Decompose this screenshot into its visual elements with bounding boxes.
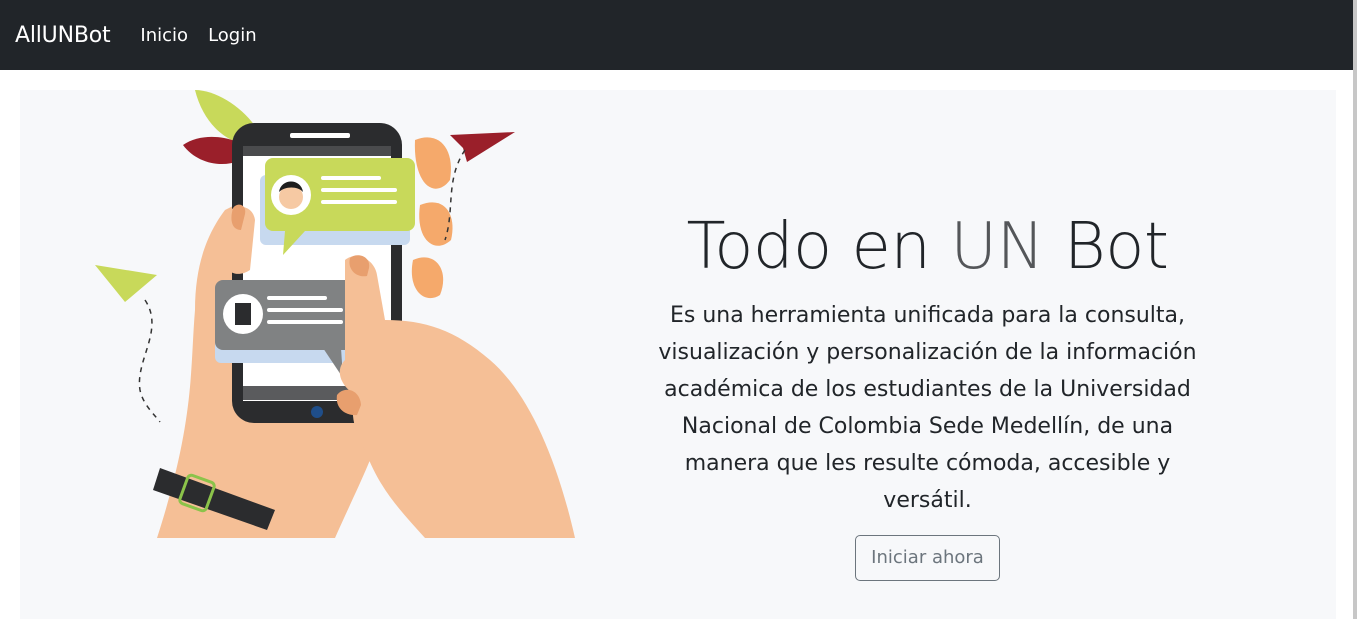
nav-link-login[interactable]: Login	[208, 25, 257, 46]
hero-text: Todo en UN Bot Es una herramienta unific…	[640, 215, 1215, 581]
hero-description: Es una herramienta unificada para la con…	[658, 303, 1197, 513]
vertical-scrollbar[interactable]	[1353, 0, 1357, 619]
hero-section: Todo en UN Bot Es una herramienta unific…	[20, 90, 1336, 619]
hero-headline: Todo en UN Bot	[640, 215, 1215, 279]
navbar-brand[interactable]: AllUNBot	[15, 23, 111, 48]
headline-text-end: Bot	[1044, 210, 1169, 284]
top-navbar: AllUNBot Inicio Login	[0, 0, 1357, 70]
nav-link-inicio[interactable]: Inicio	[140, 25, 188, 46]
chat-phone-illustration	[95, 90, 575, 538]
headline-text-un: UN	[950, 210, 1044, 284]
headline-text-start: Todo en	[686, 210, 951, 284]
iniciar-ahora-button[interactable]: Iniciar ahora	[855, 535, 1000, 581]
